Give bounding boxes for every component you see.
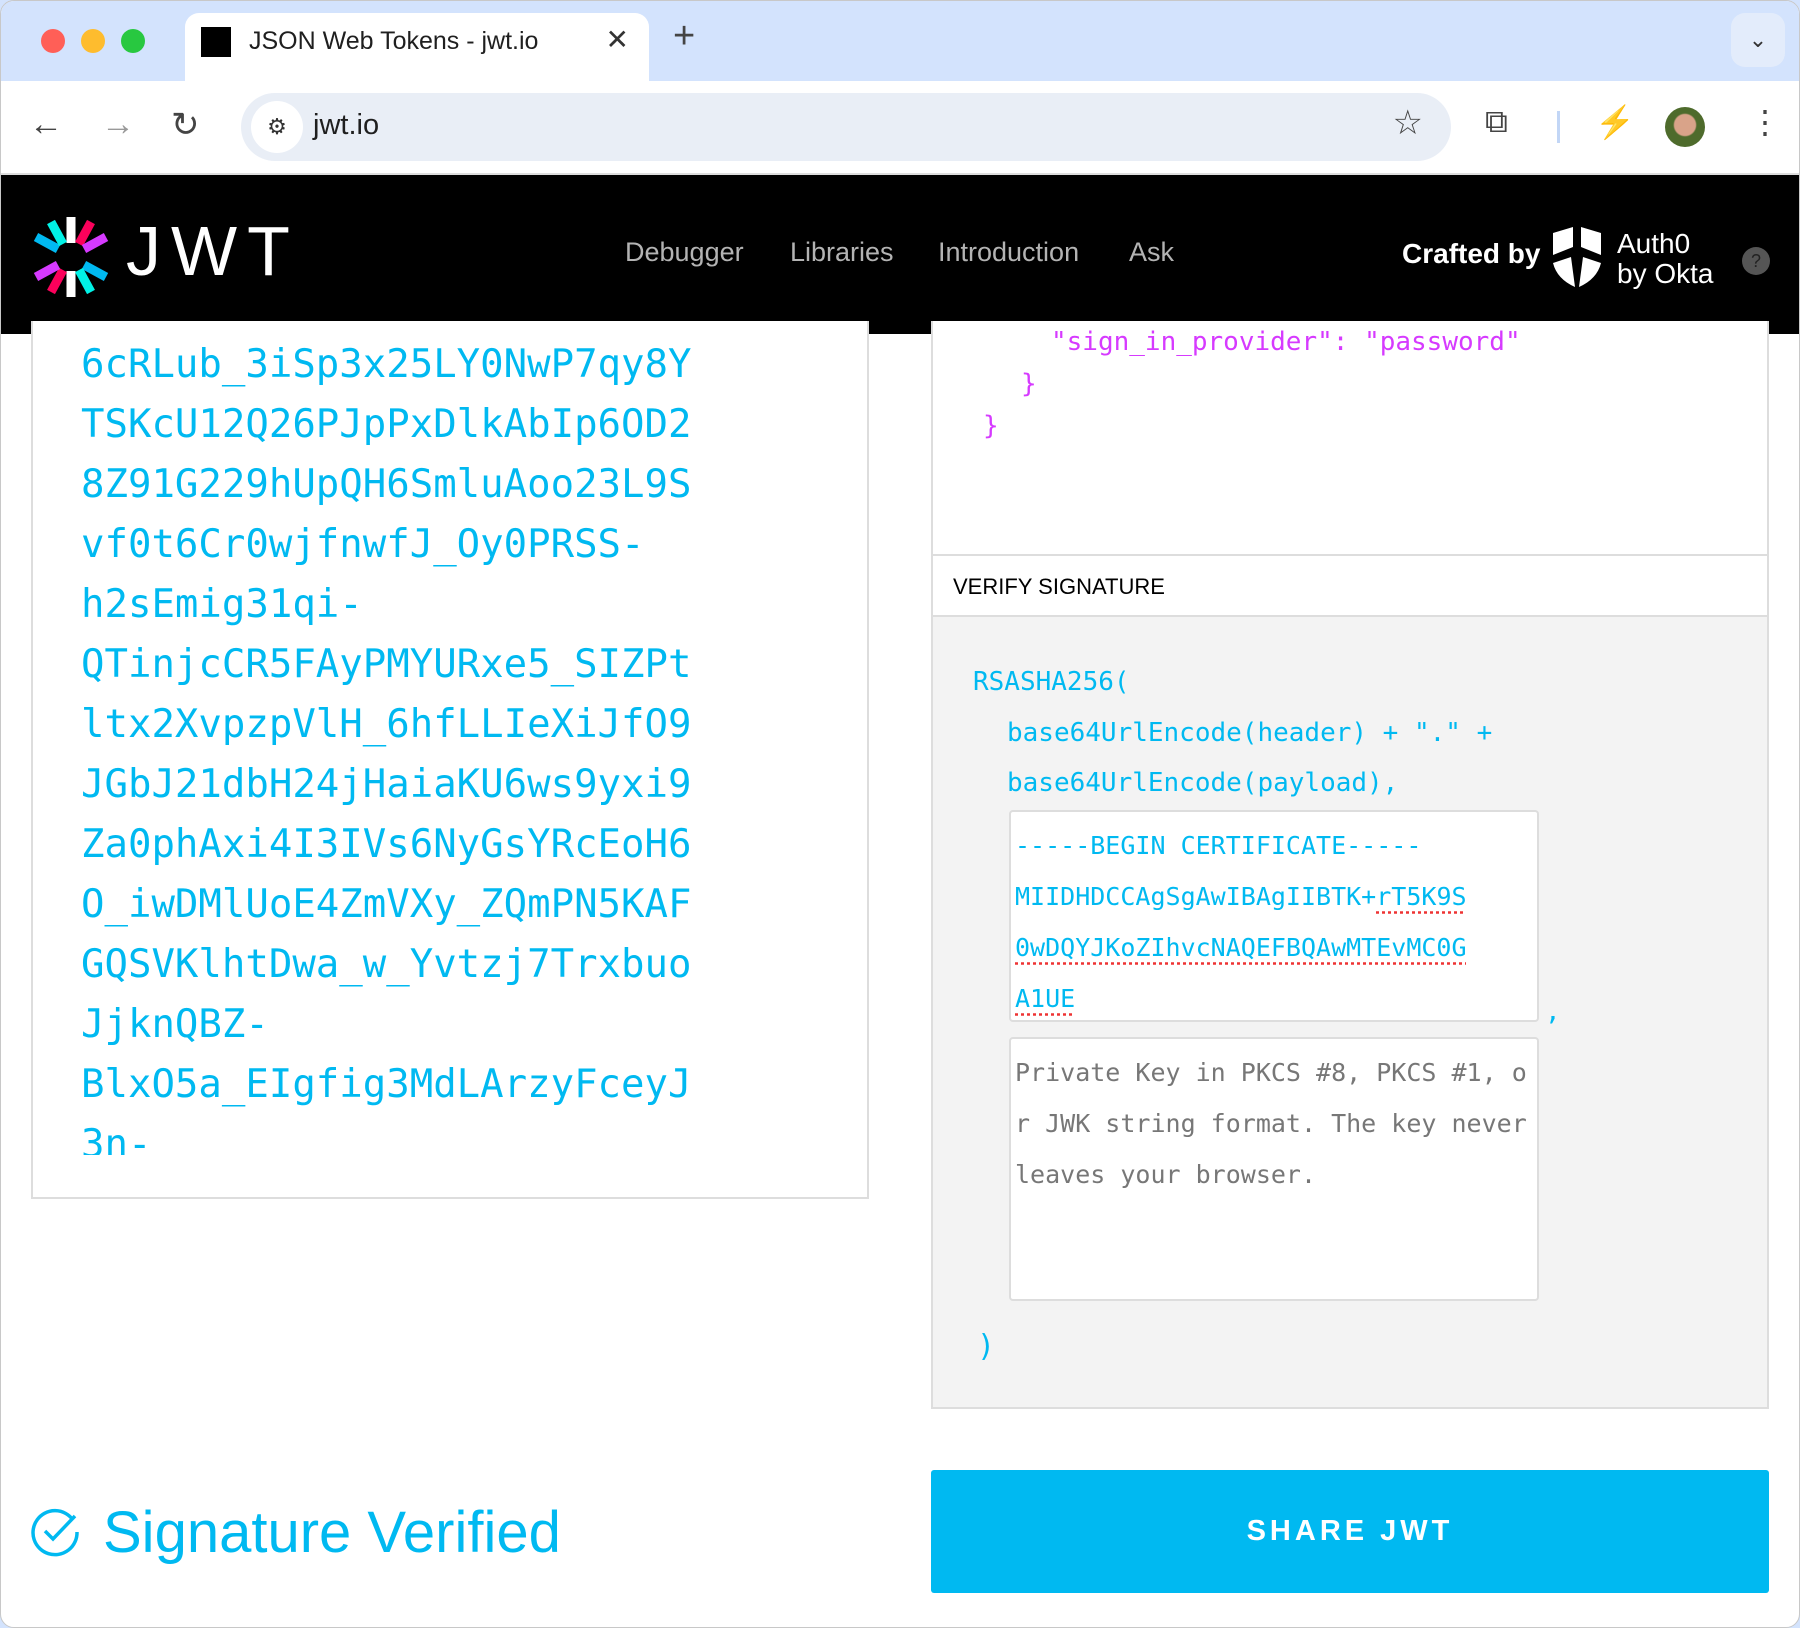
nav-ask[interactable]: Ask <box>1129 237 1174 268</box>
crafted-by-label: Crafted by <box>1402 238 1541 269</box>
site-header: JWT Debugger Libraries Introduction Ask … <box>1 175 1799 334</box>
arg-payload: base64UrlEncode(payload), <box>1007 768 1399 798</box>
reload-icon[interactable]: ↻ <box>171 105 200 145</box>
token-line: GQSVKlhtDwa_w_Yvtzj7Trxbuo <box>81 942 692 987</box>
cert-text: MIIDHDCCAgSgAwIBAgIIBTK+ <box>1015 882 1377 911</box>
nav-debugger[interactable]: Debugger <box>625 237 744 268</box>
close-window-button[interactable] <box>41 29 65 53</box>
token-line: vf0t6Cr0wjfnwfJ_Oy0PRSS- <box>81 522 645 567</box>
auth0-shield-icon[interactable] <box>1549 225 1605 291</box>
jwt-logo-icon[interactable] <box>29 215 113 299</box>
tab-title: JSON Web Tokens - jwt.io <box>249 27 539 55</box>
new-tab-icon[interactable]: + <box>673 15 695 58</box>
jwt-favicon-icon <box>201 27 231 57</box>
browser-window: JSON Web Tokens - jwt.io ✕ + ⌄ ← → ↻ ⚙ j… <box>0 0 1800 1628</box>
decoded-panel: "sign_in_provider": "password" } } VERIF… <box>931 321 1769 1409</box>
token-line: h2sEmig31qi- <box>81 582 363 627</box>
nav-introduction[interactable]: Introduction <box>938 237 1079 268</box>
auth0-line1: Auth0 <box>1617 228 1691 259</box>
auth0-line2: by Okta <box>1617 258 1714 289</box>
token-line: 3n- <box>81 1122 152 1155</box>
more-menu-icon[interactable]: ⋮ <box>1749 103 1781 141</box>
token-line: 6cRLub_3iSp3x25LY0NwP7qy8Y <box>81 342 692 387</box>
token-line: JjknQBZ- <box>81 1002 269 1047</box>
private-key-textarea[interactable]: Private Key in PKCS #8, PKCS #1, or JWK … <box>1009 1037 1539 1301</box>
extensions-puzzle-icon[interactable]: ⧉ <box>1485 103 1508 141</box>
token-line: Za0phAxi4I3IVs6NyGsYRcEoH6 <box>81 822 692 867</box>
toolbar-divider <box>1557 111 1560 143</box>
performance-leaf-icon[interactable]: ⚡ <box>1595 103 1635 141</box>
help-icon[interactable]: ? <box>1742 247 1770 275</box>
cert-line: -----BEGIN CERTIFICATE----- <box>1015 831 1422 860</box>
verified-check-icon <box>31 1508 79 1557</box>
payload-line[interactable]: } <box>983 411 999 441</box>
nav-libraries[interactable]: Libraries <box>790 237 894 268</box>
auth0-brand[interactable]: Auth0 by Okta <box>1617 229 1713 289</box>
encoded-token-panel[interactable]: 6cRLub_3iSp3x25LY0NwP7qy8Y TSKcU12Q26PJp… <box>31 321 869 1199</box>
tab-strip: JSON Web Tokens - jwt.io ✕ + ⌄ <box>1 1 1799 83</box>
token-line: BlxO5a_EIgfig3MdLArzyFceyJ <box>81 1062 692 1107</box>
payload-line[interactable]: } <box>1021 369 1037 399</box>
browser-toolbar: ← → ↻ ⚙ jwt.io ☆ ⧉ ⚡ ⋮ <box>1 81 1799 175</box>
payload-line[interactable]: "sign_in_provider": "password" <box>1051 327 1521 357</box>
close-tab-icon[interactable]: ✕ <box>606 23 629 56</box>
tab-jwt[interactable]: JSON Web Tokens - jwt.io ✕ <box>185 13 649 83</box>
forward-icon[interactable]: → <box>101 105 135 144</box>
encoded-token-text[interactable]: 6cRLub_3iSp3x25LY0NwP7qy8Y TSKcU12Q26PJp… <box>81 335 801 1155</box>
cert-line: MIIDHDCCAgSgAwIBAgIIBTK+rT5K9S <box>1015 871 1533 922</box>
token-line: QTinjcCR5FAyPMYURxe5_SIZPt <box>81 642 692 687</box>
verify-signature-body: RSASHA256( base64UrlEncode(header) + "."… <box>933 617 1767 1407</box>
address-bar[interactable]: ⚙ jwt.io ☆ <box>241 93 1451 161</box>
minimize-window-button[interactable] <box>81 29 105 53</box>
signature-verified-status: Signature Verified <box>103 1500 561 1565</box>
fn-open: RSASHA256( <box>973 667 1130 697</box>
cert-line: 0wDQYJKoZIhvcNAQEFBQAwMTEvMC0G <box>1015 933 1467 962</box>
public-key-textarea[interactable]: -----BEGIN CERTIFICATE----- MIIDHDCCAgSg… <box>1009 810 1539 1022</box>
cert-line: A1UE <box>1015 984 1076 1013</box>
profile-avatar[interactable] <box>1665 107 1705 147</box>
site-settings-icon[interactable]: ⚙ <box>251 101 303 153</box>
share-jwt-button[interactable]: SHARE JWT <box>931 1470 1769 1593</box>
url-text[interactable]: jwt.io <box>313 109 379 142</box>
token-line: O_iwDMlUoE4ZmVXy_ZQmPN5KAF <box>81 882 692 927</box>
token-line: JGbJ21dbH24jHaiaKU6ws9yxi9 <box>81 762 692 807</box>
comma: , <box>1545 997 1561 1027</box>
verify-signature-header: VERIFY SIGNATURE <box>933 554 1767 617</box>
bookmark-star-icon[interactable]: ☆ <box>1393 103 1423 143</box>
token-line: 8Z91G229hUpQH6SmluAoo23L9S <box>81 462 692 507</box>
arg-header: base64UrlEncode(header) + "." + <box>1007 718 1493 748</box>
tab-search-chevron-icon[interactable]: ⌄ <box>1731 13 1785 67</box>
back-icon[interactable]: ← <box>29 105 63 144</box>
token-line: TSKcU12Q26PJpPxDlkAbIp6OD2 <box>81 402 692 447</box>
cert-text: rT5K9S <box>1376 882 1467 911</box>
jwt-logo-text: JWT <box>126 212 300 290</box>
token-line: ltx2XvpzpVlH_6hfLLIeXiJfO9 <box>81 702 692 747</box>
maximize-window-button[interactable] <box>121 29 145 53</box>
fn-close: ) <box>977 1329 996 1364</box>
